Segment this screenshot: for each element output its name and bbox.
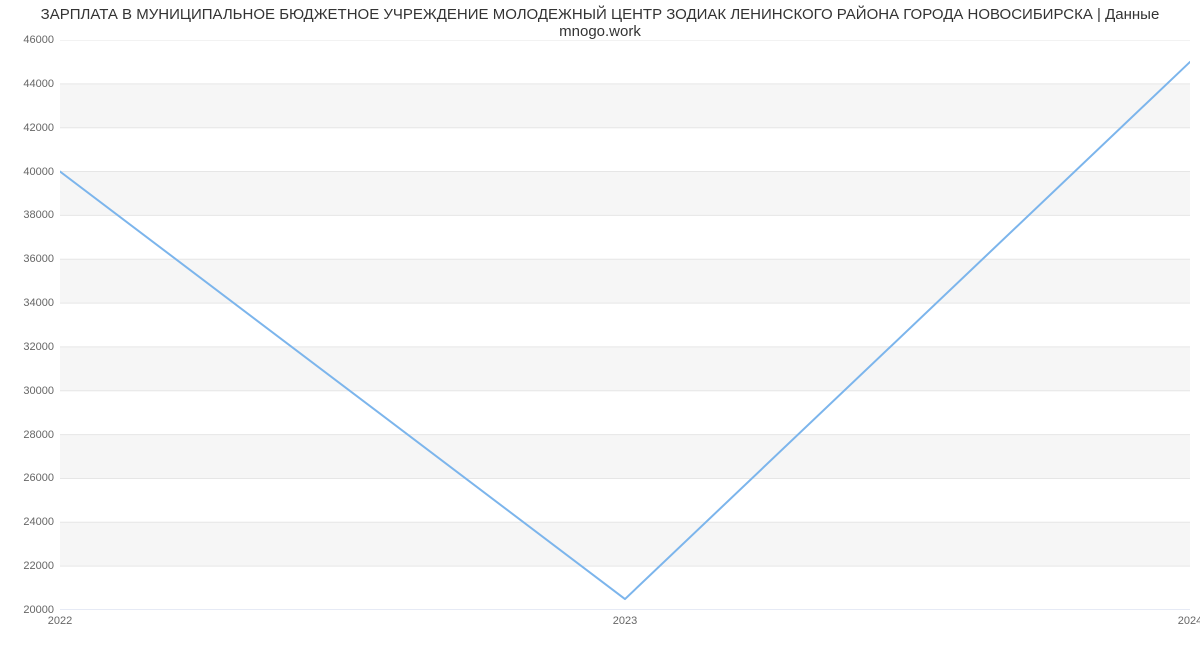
y-tick-label: 40000	[4, 166, 54, 178]
y-tick-label: 32000	[4, 341, 54, 353]
y-tick-label: 26000	[4, 472, 54, 484]
plot-svg	[60, 40, 1190, 610]
x-tick-label: 2024	[1178, 615, 1200, 627]
y-tick-label: 28000	[4, 429, 54, 441]
chart-title: ЗАРПЛАТА В МУНИЦИПАЛЬНОЕ БЮДЖЕТНОЕ УЧРЕЖ…	[0, 6, 1200, 40]
y-tick-label: 34000	[4, 297, 54, 309]
y-tick-label: 20000	[4, 604, 54, 616]
y-tick-label: 42000	[4, 122, 54, 134]
y-tick-label: 46000	[4, 34, 54, 46]
y-tick-label: 36000	[4, 253, 54, 265]
plot-area	[60, 40, 1190, 610]
chart-container: ЗАРПЛАТА В МУНИЦИПАЛЬНОЕ БЮДЖЕТНОЕ УЧРЕЖ…	[0, 0, 1200, 650]
x-tick-label: 2023	[613, 615, 637, 627]
y-tick-label: 44000	[4, 78, 54, 90]
y-tick-label: 22000	[4, 560, 54, 572]
x-tick-label: 2022	[48, 615, 72, 627]
y-tick-label: 38000	[4, 209, 54, 221]
y-tick-label: 24000	[4, 516, 54, 528]
y-tick-label: 30000	[4, 385, 54, 397]
